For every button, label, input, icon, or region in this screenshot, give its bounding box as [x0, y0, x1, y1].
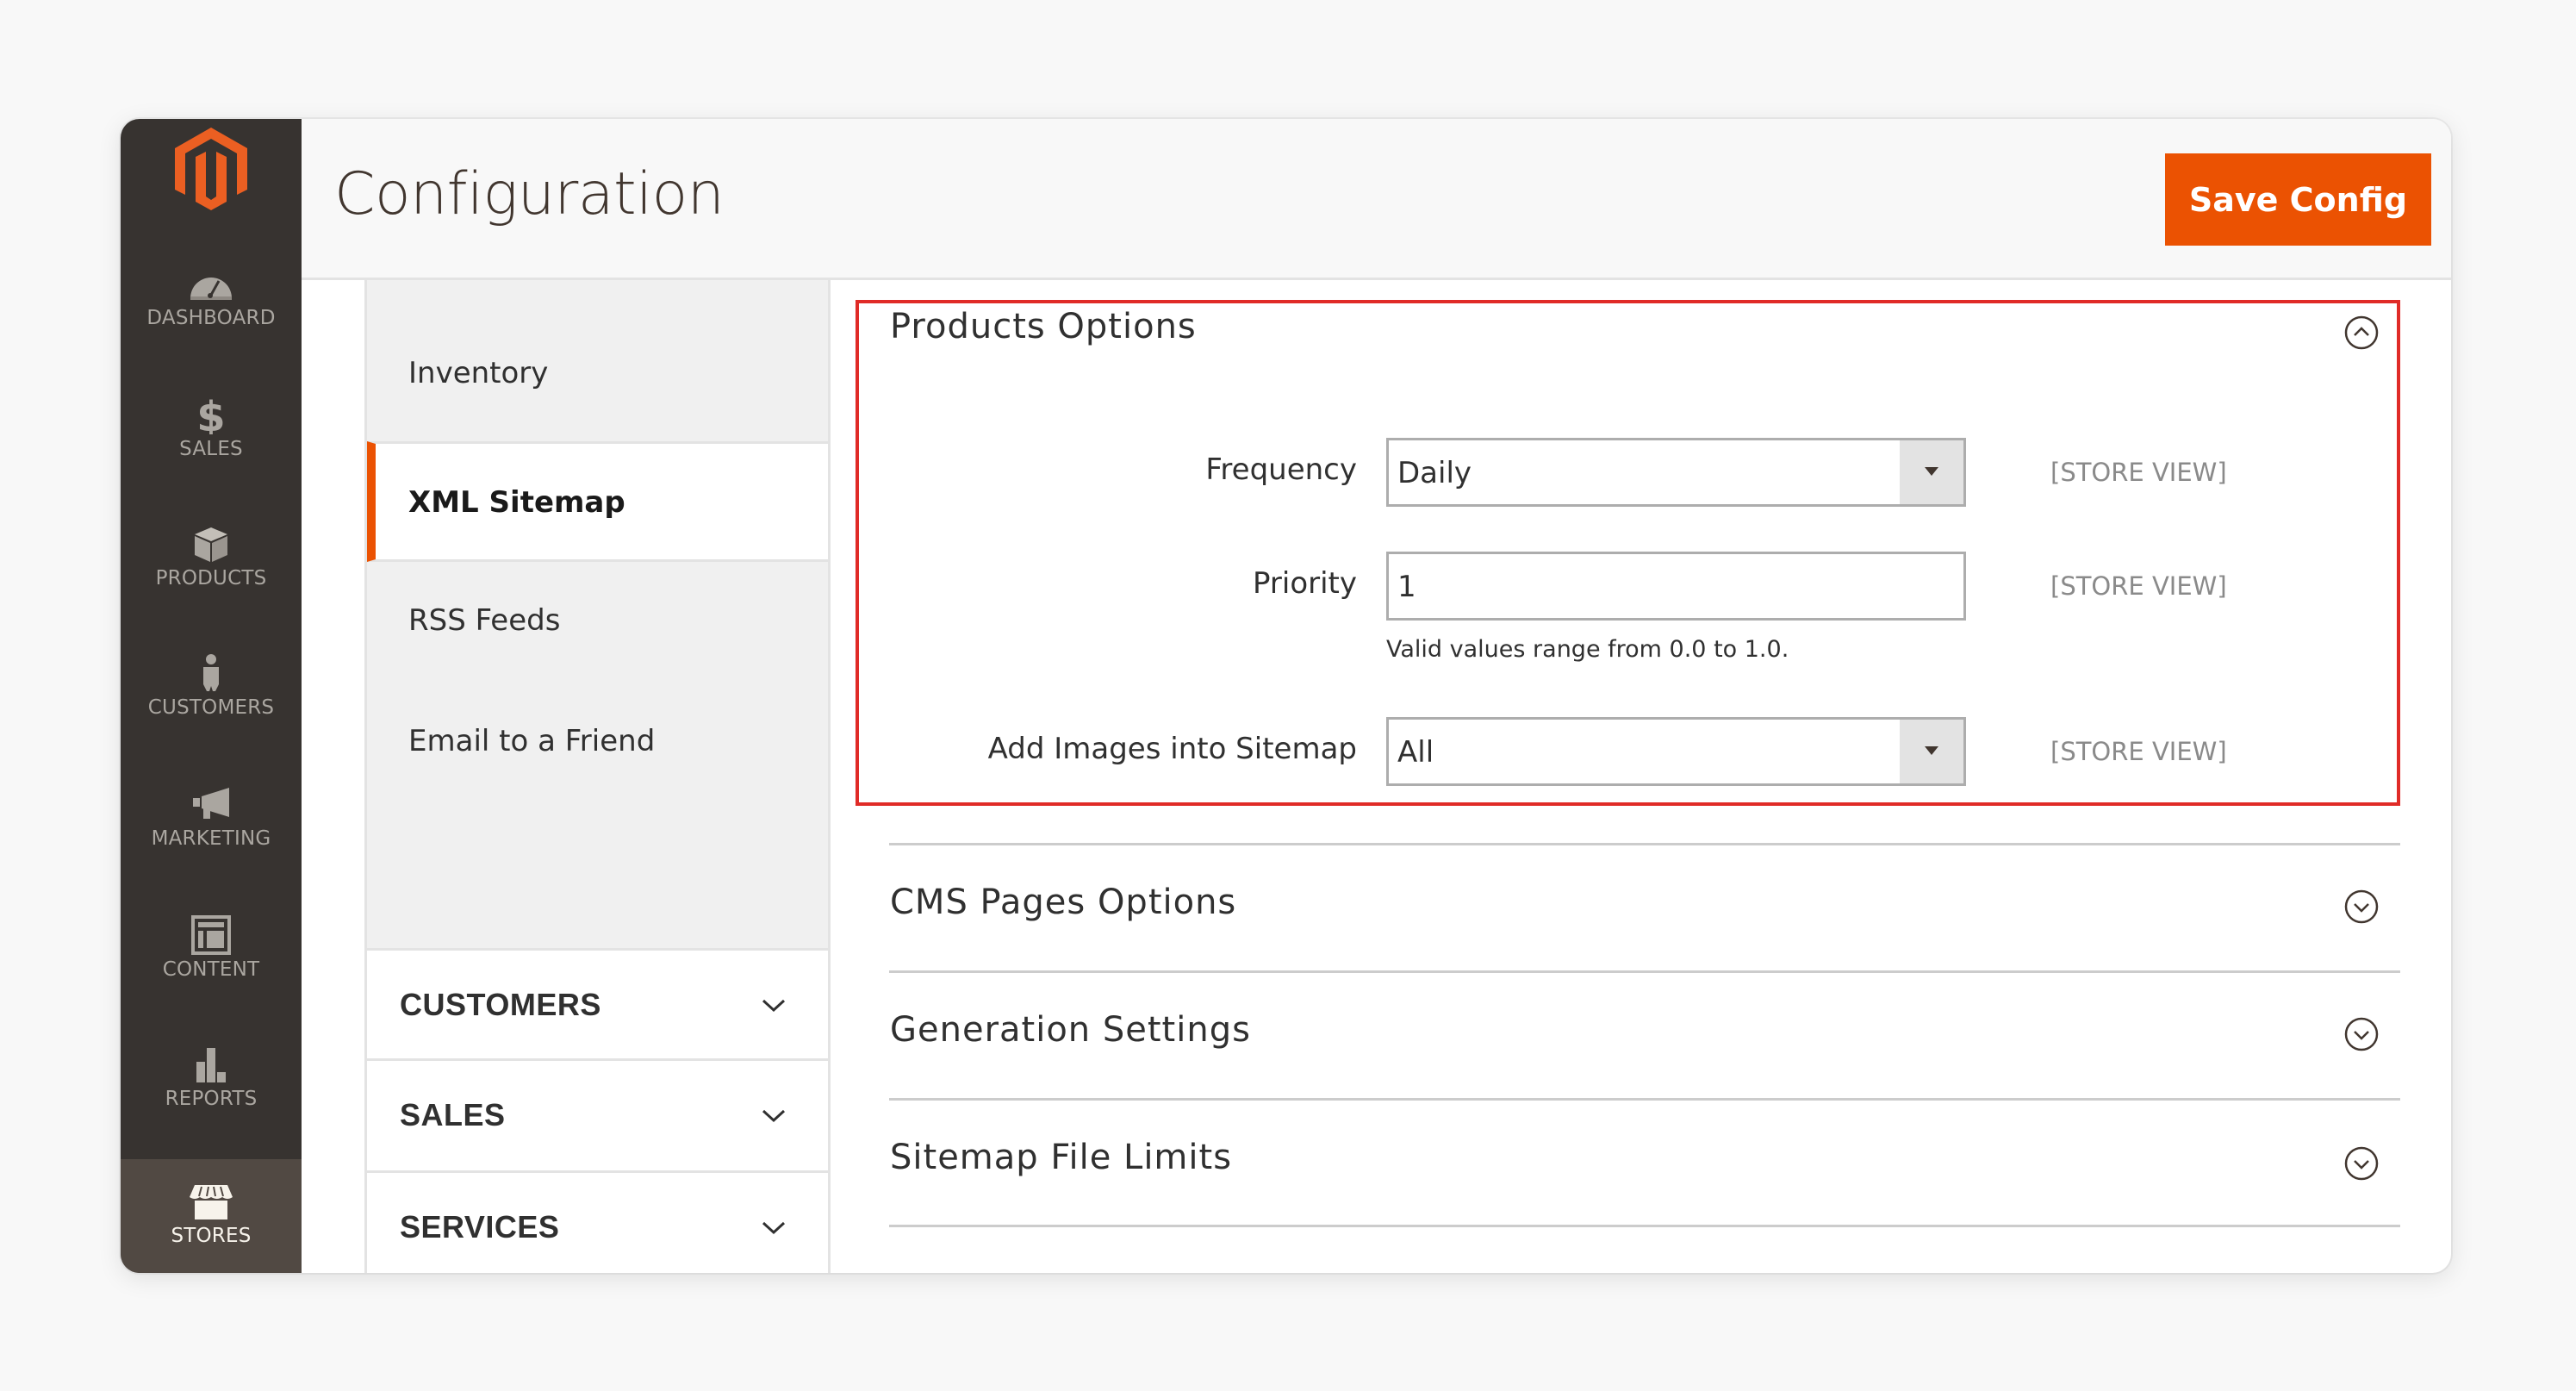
sidebar-item-content[interactable]: CONTENT — [121, 915, 302, 981]
select-arrow[interactable] — [1900, 720, 1963, 783]
sidebar-item-stores[interactable]: STORES — [121, 1159, 302, 1273]
config-nav-item-email-to-a-friend[interactable]: Email to a Friend — [367, 683, 828, 948]
bar-chart-icon — [196, 1048, 226, 1082]
add-images-select[interactable]: All — [1386, 717, 1966, 786]
config-section-sales[interactable]: SALES — [367, 1058, 828, 1170]
priority-note: Valid values range from 0.0 to 1.0. — [1386, 636, 1789, 663]
sidebar-item-customers[interactable]: CUSTOMERS — [121, 653, 302, 719]
expand-circle-icon[interactable] — [2343, 889, 2380, 925]
config-nav-item-inventory[interactable]: Inventory — [367, 280, 828, 441]
sidebar-item-label: DASHBOARD — [146, 307, 276, 329]
layout-icon — [191, 915, 231, 955]
section-divider — [889, 1225, 2400, 1227]
magento-logo-icon[interactable] — [175, 128, 247, 212]
chevron-down-icon — [762, 1109, 786, 1123]
sidebar-item-label: CONTENT — [162, 958, 260, 981]
expand-circle-icon[interactable] — [2343, 1145, 2380, 1182]
dashboard-icon — [190, 278, 232, 300]
megaphone-icon — [193, 788, 229, 819]
sidebar-item-marketing[interactable]: MARKETING — [121, 784, 302, 850]
chevron-down-icon — [762, 1221, 786, 1235]
config-nav-item-xml-sitemap[interactable]: XML Sitemap — [367, 441, 828, 562]
sidebar-item-sales[interactable]: $ SALES — [121, 395, 302, 460]
priority-input[interactable]: 1 — [1386, 552, 1966, 621]
sidebar-item-label: CUSTOMERS — [147, 696, 275, 719]
person-icon — [203, 654, 219, 691]
section-divider — [889, 970, 2400, 973]
add-images-value: All — [1397, 735, 1434, 770]
config-section-customers[interactable]: CUSTOMERS — [367, 948, 828, 1058]
section-divider — [889, 1098, 2400, 1101]
section-divider — [889, 843, 2400, 845]
scope-label: [STORE VIEW] — [2050, 458, 2227, 487]
sidebar-item-label: PRODUCTS — [155, 567, 267, 589]
dollar-icon: $ — [196, 395, 225, 434]
admin-window: DASHBOARD $ SALES PRODUCTS CUSTOMERS MAR… — [121, 119, 2451, 1273]
storefront-icon — [190, 1185, 233, 1219]
caret-down-icon — [1925, 467, 1938, 476]
box-icon — [195, 527, 227, 562]
sidebar-item-products[interactable]: PRODUCTS — [121, 524, 302, 589]
sidebar-item-label: SALES — [179, 438, 243, 460]
collapse-circle-icon[interactable] — [2343, 315, 2380, 351]
config-nav-item-label: XML Sitemap — [408, 485, 625, 520]
config-nav-item-label: Email to a Friend — [408, 724, 656, 758]
sidebar-item-label: REPORTS — [165, 1088, 258, 1110]
svg-text:$: $ — [196, 395, 225, 434]
products-options-header[interactable]: Products Options — [890, 307, 1197, 346]
frequency-value: Daily — [1397, 456, 1472, 490]
page-header: Configuration Save Config — [302, 119, 2451, 280]
chevron-down-icon — [762, 999, 786, 1013]
select-arrow[interactable] — [1900, 440, 1963, 504]
config-section-label: SERVICES — [400, 1209, 560, 1244]
save-config-button[interactable]: Save Config — [2165, 153, 2431, 246]
generation-settings-header[interactable]: Generation Settings — [890, 1010, 1251, 1050]
admin-sidebar: DASHBOARD $ SALES PRODUCTS CUSTOMERS MAR… — [121, 119, 302, 1273]
expand-circle-icon[interactable] — [2343, 1016, 2380, 1052]
sidebar-item-dashboard[interactable]: DASHBOARD — [121, 264, 302, 329]
frequency-label: Frequency — [1205, 452, 1357, 487]
config-section-services[interactable]: SERVICES — [367, 1170, 828, 1273]
config-nav-item-label: RSS Feeds — [408, 603, 561, 638]
cms-pages-options-header[interactable]: CMS Pages Options — [890, 883, 1236, 922]
config-nav-item-rss-feeds[interactable]: RSS Feeds — [367, 562, 828, 683]
scope-label: [STORE VIEW] — [2050, 571, 2227, 601]
caret-down-icon — [1925, 746, 1938, 755]
priority-value: 1 — [1397, 570, 1416, 604]
sidebar-item-label: MARKETING — [151, 827, 271, 850]
add-images-label: Add Images into Sitemap — [987, 732, 1357, 766]
sidebar-item-label: STORES — [171, 1225, 252, 1247]
config-nav-item-label: Inventory — [408, 356, 549, 390]
frequency-select[interactable]: Daily — [1386, 438, 1966, 507]
sidebar-item-reports[interactable]: REPORTS — [121, 1045, 302, 1110]
page-title: Configuration — [334, 160, 725, 228]
config-section-label: SALES — [400, 1097, 506, 1132]
scope-label: [STORE VIEW] — [2050, 737, 2227, 766]
priority-label: Priority — [1252, 566, 1357, 601]
config-section-label: CUSTOMERS — [400, 987, 601, 1022]
config-nav: Inventory XML Sitemap RSS Feeds Email to… — [364, 280, 831, 1273]
sitemap-file-limits-header[interactable]: Sitemap File Limits — [890, 1138, 1232, 1177]
